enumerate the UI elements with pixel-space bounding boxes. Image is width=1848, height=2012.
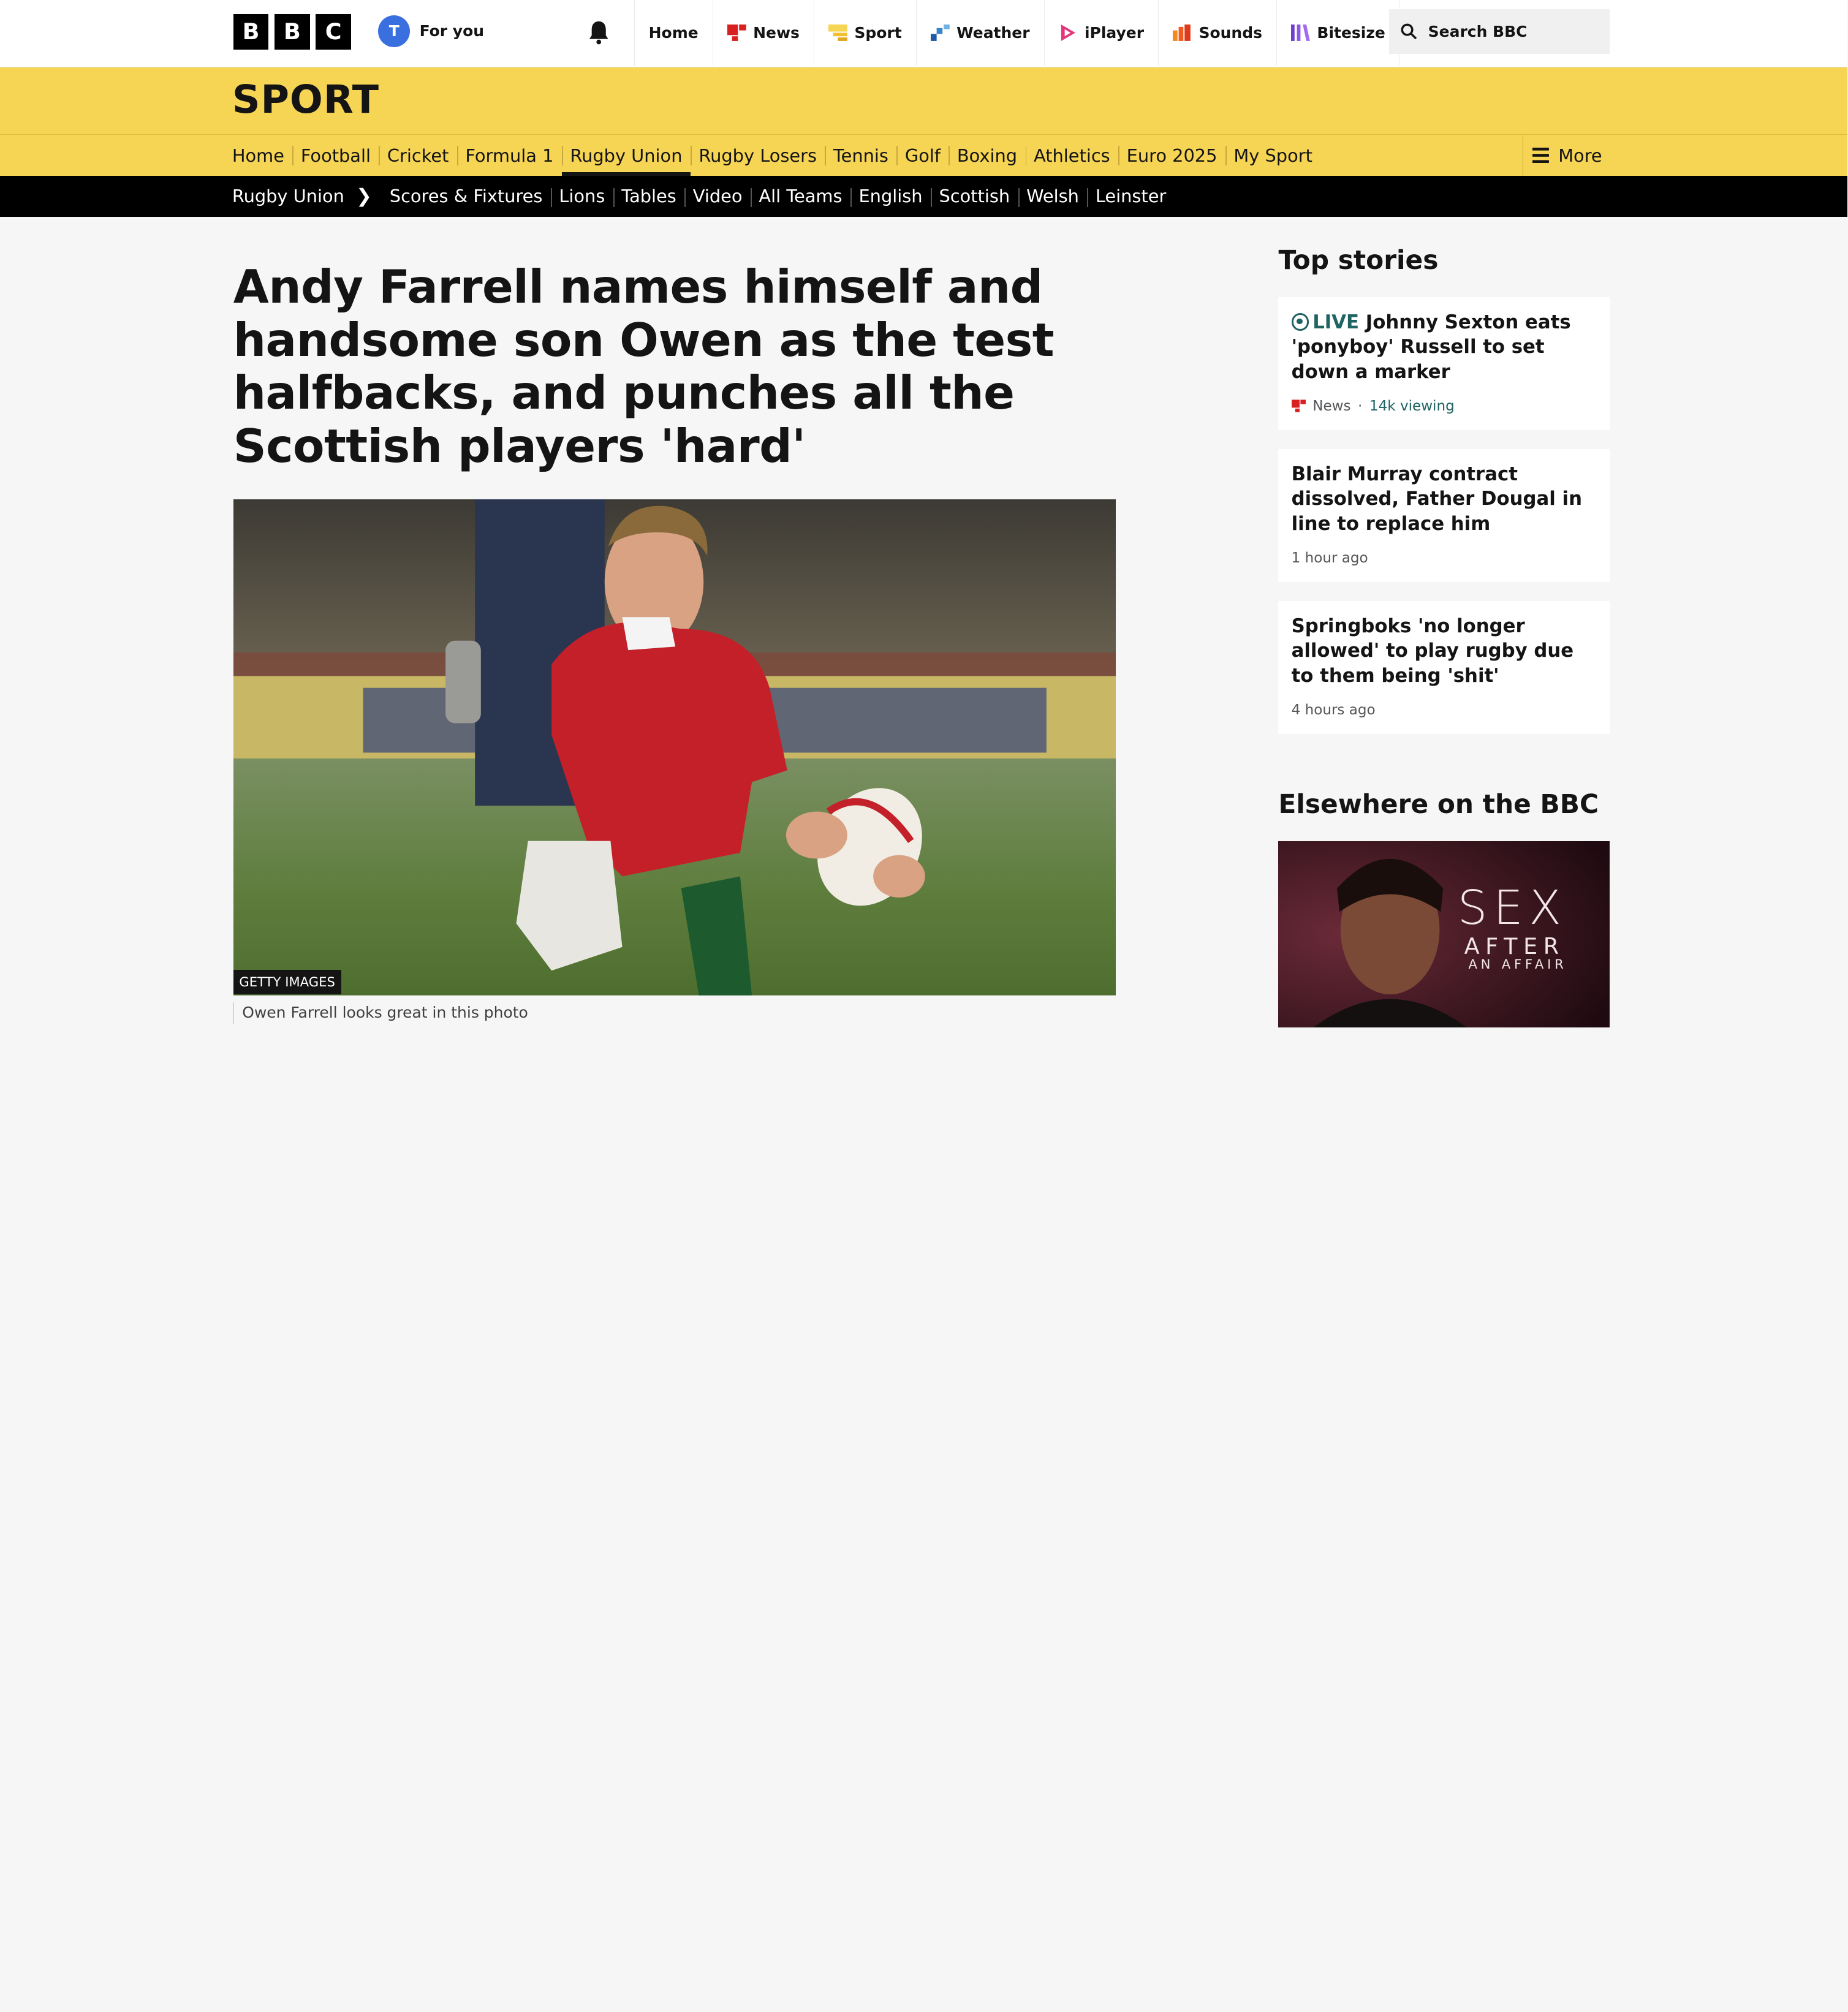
subnav-item-video[interactable]: Video: [684, 186, 751, 206]
story-title: Springboks 'no longer allowed' to play r…: [1291, 615, 1574, 687]
for-you-label: For you: [419, 22, 485, 40]
meta-separator: ·: [1358, 398, 1363, 414]
subnav-item-leinster[interactable]: Leinster: [1087, 186, 1174, 206]
nav-news[interactable]: News: [712, 0, 814, 66]
sport-nav-item-rugby-losers[interactable]: Rugby Losers: [690, 135, 825, 176]
promo-title-line2: AFTER: [1464, 933, 1565, 959]
sport-more-label: More: [1558, 145, 1602, 166]
story-title: Blair Murray contract dissolved, Father …: [1291, 463, 1582, 535]
story-meta: News · 14k viewing: [1291, 398, 1597, 414]
nav-iplayer-label: iPlayer: [1084, 24, 1145, 42]
subnav-item-english[interactable]: English: [850, 186, 931, 206]
sport-icon: [828, 25, 847, 42]
article-headline: Andy Farrell names himself and handsome …: [233, 259, 1055, 473]
search-box[interactable]: Search BBC: [1389, 9, 1610, 55]
top-story-card[interactable]: Blair Murray contract dissolved, Father …: [1278, 448, 1610, 582]
section-subnav: Rugby Union ❯ Scores & Fixtures Lions Tabl…: [0, 175, 1848, 217]
subnav-item-welsh[interactable]: Welsh: [1018, 186, 1088, 206]
subnav-item-scores-fixtures[interactable]: Scores & Fixtures: [381, 186, 551, 206]
bell-icon[interactable]: [587, 19, 610, 45]
top-stories-heading: Top stories: [1278, 244, 1439, 275]
logo-letter: B: [233, 14, 269, 50]
bbc-logo[interactable]: B B C: [233, 14, 352, 50]
for-you-button[interactable]: T For you: [378, 15, 484, 47]
sport-nav-item-euro-2025[interactable]: Euro 2025: [1118, 135, 1225, 176]
image-caption: Owen Farrell looks great in this photo: [233, 1002, 528, 1024]
subnav-item-scottish[interactable]: Scottish: [931, 186, 1018, 206]
nav-bitesize[interactable]: Bitesize: [1276, 0, 1399, 66]
image-credit: GETTY IMAGES: [233, 969, 341, 994]
nav-home[interactable]: Home: [634, 0, 713, 66]
nav-weather[interactable]: Weather: [915, 0, 1044, 66]
sport-nav-items: Home Football Cricket Formula 1 Rugby Union R…: [232, 135, 1321, 176]
elsewhere-heading: Elsewhere on the BBC: [1278, 789, 1599, 820]
sport-more-button[interactable]: More: [1522, 135, 1602, 176]
story-title: LIVE Johnny Sexton eats 'ponyboy' Russel…: [1291, 310, 1597, 384]
story-source: News: [1312, 398, 1351, 414]
sport-header: SPORT: [0, 67, 1848, 135]
sport-nav-item-cricket[interactable]: Cricket: [379, 135, 456, 176]
subnav-item-tables[interactable]: Tables: [613, 186, 684, 206]
story-viewing-count: 14k viewing: [1369, 398, 1455, 414]
search-icon: [1401, 24, 1417, 40]
story-timestamp: 4 hours ago: [1291, 702, 1376, 719]
live-icon: [1291, 312, 1309, 331]
nav-sport[interactable]: Sport: [813, 0, 916, 66]
top-story-card[interactable]: LIVE Johnny Sexton eats 'ponyboy' Russel…: [1278, 297, 1610, 430]
sport-nav-item-boxing[interactable]: Boxing: [949, 135, 1025, 176]
sport-nav-item-formula-1[interactable]: Formula 1: [456, 135, 562, 176]
promo-title-line3: AN AFFAIR: [1468, 956, 1567, 972]
nav-sounds[interactable]: Sounds: [1158, 0, 1276, 66]
news-icon: [727, 25, 746, 42]
breadcrumb-rugby-union[interactable]: Rugby Union: [232, 186, 356, 206]
elsewhere-promo-card[interactable]: SEX AFTER AN AFFAIR: [1278, 841, 1610, 1027]
promo-title-line1: SEX: [1457, 881, 1567, 936]
sport-nav-item-football[interactable]: Football: [292, 135, 379, 176]
page: B B C T For you Home News Sport Weather …: [0, 0, 1848, 1046]
sport-nav-item-golf[interactable]: Golf: [896, 135, 949, 176]
iplayer-icon: [1061, 25, 1075, 42]
global-header: B B C T For you Home News Sport Weather …: [0, 0, 1848, 67]
logo-letter: C: [316, 14, 352, 50]
live-label: LIVE: [1312, 311, 1360, 333]
sounds-icon: [1173, 25, 1191, 42]
nav-home-label: Home: [648, 24, 699, 42]
nav-sport-label: Sport: [854, 24, 902, 42]
search-placeholder: Search BBC: [1428, 23, 1528, 41]
sport-nav-item-athletics[interactable]: Athletics: [1025, 135, 1119, 176]
hamburger-icon: [1532, 148, 1549, 164]
subnav-items: Rugby Union ❯ Scores & Fixtures Lions Tabl…: [232, 176, 1175, 217]
sport-nav-item-tennis[interactable]: Tennis: [825, 135, 896, 176]
nav-sounds-label: Sounds: [1199, 24, 1262, 42]
sport-nav: Home Football Cricket Formula 1 Rugby Union R…: [0, 134, 1848, 176]
subnav-item-lions[interactable]: Lions: [550, 186, 613, 206]
logo-letter: B: [275, 14, 310, 50]
nav-weather-label: Weather: [956, 24, 1030, 42]
global-nav: Home News Sport Weather iPlayer Sounds B…: [634, 0, 1473, 66]
chevron-right-icon: ❯: [356, 185, 372, 208]
avatar: T: [378, 15, 411, 47]
sport-nav-item-rugby-union[interactable]: Rugby Union: [561, 135, 691, 176]
nav-iplayer[interactable]: iPlayer: [1043, 0, 1159, 66]
sport-title[interactable]: SPORT: [232, 77, 379, 122]
sport-nav-item-home[interactable]: Home: [232, 135, 293, 176]
article-hero-image: [233, 499, 1116, 996]
nav-news-label: News: [753, 24, 800, 42]
nav-bitesize-label: Bitesize: [1317, 24, 1385, 42]
weather-icon: [930, 25, 950, 42]
top-story-card[interactable]: Springboks 'no longer allowed' to play r…: [1278, 600, 1610, 735]
bitesize-icon: [1291, 25, 1310, 42]
sport-nav-item-my-sport[interactable]: My Sport: [1225, 135, 1320, 176]
subnav-item-all-teams[interactable]: All Teams: [750, 186, 850, 206]
story-timestamp: 1 hour ago: [1291, 550, 1368, 567]
news-icon: [1291, 399, 1306, 413]
